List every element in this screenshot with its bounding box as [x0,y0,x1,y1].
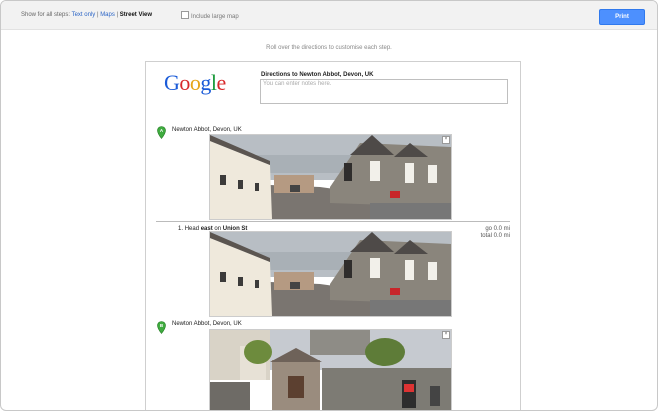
top-toolbar: Show for all steps: Text only | Maps | S… [1,1,657,30]
directions-sheet: Google Directions to Newton Abbot, Devon… [145,61,521,410]
print-button[interactable]: Print [599,9,645,25]
show-for-steps: Show for all steps: Text only | Maps | S… [21,12,152,18]
customise-hint: Roll over the directions to customise ea… [266,45,392,51]
option-street-view[interactable]: Street View [120,12,152,18]
end-location: Newton Abbot, Devon, UK [172,321,242,327]
notes-field[interactable]: You can enter notes here. [260,79,508,104]
option-text-only[interactable]: Text only [72,12,96,18]
separator: | [116,12,119,18]
step-1-distance: go 0.0 mi total 0.0 mi [480,226,510,239]
marker-b-icon: B [157,321,166,334]
google-logo: Google [164,70,226,95]
include-large-map-label: Include large map [191,14,239,20]
start-location: Newton Abbot, Devon, UK [172,127,242,133]
option-maps[interactable]: Maps [100,12,115,18]
street-view-image-end: × [209,329,452,410]
marker-a-icon: A [157,126,166,139]
directions-title: Directions to Newton Abbot, Devon, UK [261,72,374,78]
include-large-map[interactable]: Include large map [181,11,239,20]
step-divider [156,221,510,222]
print-preview-window: Show for all steps: Text only | Maps | S… [0,0,658,411]
separator: | [96,12,99,18]
include-large-map-checkbox[interactable] [181,11,189,19]
close-icon[interactable]: × [442,136,450,144]
street-view-image-step-1 [209,231,452,317]
street-view-image-start: × [209,134,452,220]
show-for-label: Show for all steps: [21,12,71,18]
close-icon[interactable]: × [442,331,450,339]
